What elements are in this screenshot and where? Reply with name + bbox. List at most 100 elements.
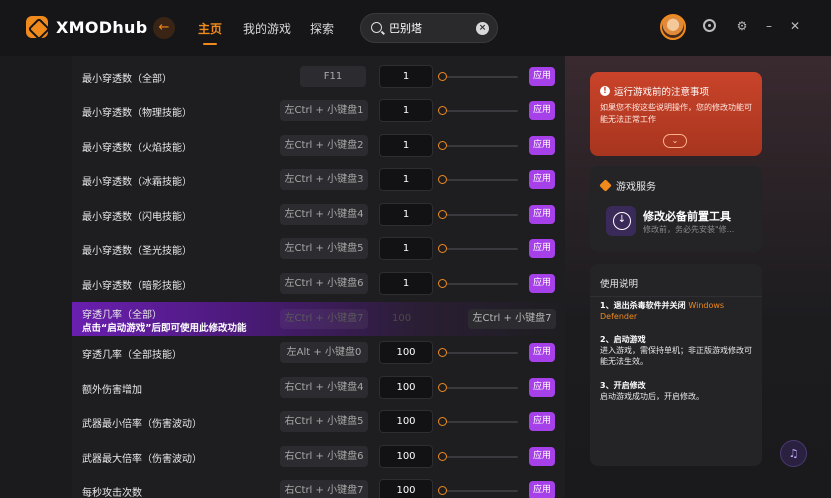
settings-gear-icon[interactable]: ⚙ bbox=[735, 19, 749, 33]
step-1-title: 1、退出杀毒软件并关闭 bbox=[600, 301, 686, 310]
cheat-label: 额外伤害增加 bbox=[82, 385, 142, 396]
user-avatar[interactable] bbox=[660, 14, 686, 40]
apply-button[interactable]: 应用 bbox=[529, 67, 555, 86]
step-3-title: 3、开启修改 bbox=[600, 381, 646, 390]
value-input[interactable]: 1 bbox=[379, 272, 433, 295]
notification-icon[interactable] bbox=[703, 19, 716, 32]
cheat-row: 最小穿透数（火焰技能） 左Ctrl + 小键盘2 1 应用 bbox=[72, 129, 565, 163]
value-input[interactable]: 1 bbox=[379, 65, 433, 88]
slider-knob[interactable] bbox=[438, 106, 447, 115]
value-slider[interactable] bbox=[438, 72, 518, 81]
slider-knob[interactable] bbox=[438, 244, 447, 253]
search-input[interactable] bbox=[389, 20, 469, 36]
slider-knob[interactable] bbox=[438, 279, 447, 288]
hotkey-button[interactable]: 左Ctrl + 小键盘4 bbox=[280, 204, 368, 225]
cheat-label: 最小穿透数（火焰技能） bbox=[82, 143, 192, 154]
minimize-icon[interactable]: – bbox=[762, 19, 776, 33]
value-input[interactable]: 100 bbox=[379, 445, 433, 468]
value-input[interactable]: 100 bbox=[379, 410, 433, 433]
hotkey-disabled: 左Ctrl + 小键盘7 bbox=[280, 309, 368, 329]
download-icon[interactable] bbox=[606, 206, 636, 236]
clear-search-icon[interactable]: × bbox=[476, 22, 489, 35]
service-header: 游戏服务 bbox=[599, 178, 656, 193]
value-input[interactable]: 1 bbox=[379, 134, 433, 157]
hotkey-button[interactable]: 左Ctrl + 小键盘6 bbox=[280, 273, 368, 294]
step-2: 2、启动游戏 进入游戏，需保持单机；非正版游戏修改可能无法生效。 bbox=[600, 334, 756, 367]
warning-card: ! 运行游戏前的注意事项 如果您不按这些说明操作，您的修改功能可能无法正常工作 … bbox=[590, 72, 762, 156]
apply-button[interactable]: 应用 bbox=[529, 205, 555, 224]
cheat-row: 最小穿透数（全部） F11 1 应用 bbox=[72, 60, 565, 94]
cheat-label: 武器最小倍率（伤害波动） bbox=[82, 419, 202, 430]
app-logo[interactable]: XMODhub bbox=[26, 16, 147, 38]
value-input[interactable]: 1 bbox=[379, 203, 433, 226]
value-input[interactable]: 1 bbox=[379, 237, 433, 260]
start-game-hint: 点击“启动游戏”后即可使用此修改功能 bbox=[82, 323, 247, 334]
cheat-label: 最小穿透数（物理技能） bbox=[82, 108, 192, 119]
step-3: 3、开启修改 启动游戏成功后，开启修改。 bbox=[600, 380, 756, 402]
value-slider[interactable] bbox=[438, 141, 518, 150]
value-input[interactable]: 1 bbox=[379, 99, 433, 122]
expand-chevron-icon[interactable]: ⌄ bbox=[663, 134, 687, 148]
apply-button[interactable]: 应用 bbox=[529, 101, 555, 120]
nav-my-games[interactable]: 我的游戏 bbox=[243, 20, 291, 37]
value-disabled: 100 bbox=[392, 313, 412, 324]
apply-button[interactable]: 应用 bbox=[529, 378, 555, 397]
hotkey-button[interactable]: 右Ctrl + 小键盘7 bbox=[280, 480, 368, 498]
hotkey-button[interactable]: 右Ctrl + 小键盘5 bbox=[280, 411, 368, 432]
cheat-row: 最小穿透数（圣光技能） 左Ctrl + 小键盘5 1 应用 bbox=[72, 232, 565, 266]
tool-name[interactable]: 修改必备前置工具 bbox=[643, 208, 731, 224]
slider-knob[interactable] bbox=[438, 141, 447, 150]
apply-button[interactable]: 应用 bbox=[529, 274, 555, 293]
value-slider[interactable] bbox=[438, 279, 518, 288]
slider-knob[interactable] bbox=[438, 417, 447, 426]
value-slider[interactable] bbox=[438, 106, 518, 115]
value-slider[interactable] bbox=[438, 452, 518, 461]
value-slider[interactable] bbox=[438, 383, 518, 392]
cheat-row: 每秒攻击次数 右Ctrl + 小键盘7 100 应用 bbox=[72, 474, 565, 498]
hotkey-button[interactable]: F11 bbox=[300, 66, 366, 87]
value-slider[interactable] bbox=[438, 348, 518, 357]
hotkey-button[interactable]: 左Ctrl + 小键盘7 bbox=[468, 309, 556, 329]
value-slider[interactable] bbox=[438, 175, 518, 184]
slider-knob[interactable] bbox=[438, 383, 447, 392]
value-slider[interactable] bbox=[438, 417, 518, 426]
hotkey-button[interactable]: 左Alt + 小键盘0 bbox=[280, 342, 368, 363]
instructions-title: 使用说明 bbox=[600, 279, 639, 290]
apply-button[interactable]: 应用 bbox=[529, 136, 555, 155]
value-input[interactable]: 1 bbox=[379, 168, 433, 191]
close-icon[interactable]: ✕ bbox=[788, 19, 802, 33]
apply-button[interactable]: 应用 bbox=[529, 239, 555, 258]
hotkey-button[interactable]: 左Ctrl + 小键盘1 bbox=[280, 100, 368, 121]
slider-knob[interactable] bbox=[438, 486, 447, 495]
value-slider[interactable] bbox=[438, 210, 518, 219]
game-service-card: 游戏服务 修改必备前置工具 修改前，务必先安装"修... bbox=[590, 166, 762, 252]
value-slider[interactable] bbox=[438, 486, 518, 495]
hotkey-button[interactable]: 右Ctrl + 小键盘4 bbox=[280, 377, 368, 398]
back-arrow-icon[interactable]: ← bbox=[153, 17, 175, 39]
value-slider[interactable] bbox=[438, 244, 518, 253]
apply-button[interactable]: 应用 bbox=[529, 343, 555, 362]
cheat-row: 最小穿透数（闪电技能） 左Ctrl + 小键盘4 1 应用 bbox=[72, 198, 565, 232]
apply-button[interactable]: 应用 bbox=[529, 170, 555, 189]
value-input[interactable]: 100 bbox=[379, 341, 433, 364]
apply-button[interactable]: 应用 bbox=[529, 412, 555, 431]
apply-button[interactable]: 应用 bbox=[529, 447, 555, 466]
step-2-title: 2、启动游戏 bbox=[600, 335, 646, 344]
nav-explore[interactable]: 探索 bbox=[310, 20, 334, 37]
headset-support-icon[interactable]: ♫ bbox=[780, 440, 807, 467]
apply-button[interactable]: 应用 bbox=[529, 481, 555, 498]
search-icon[interactable] bbox=[371, 22, 382, 33]
slider-knob[interactable] bbox=[438, 72, 447, 81]
slider-knob[interactable] bbox=[438, 348, 447, 357]
nav-home[interactable]: 主页 bbox=[198, 20, 222, 45]
value-input[interactable]: 100 bbox=[379, 376, 433, 399]
slider-knob[interactable] bbox=[438, 452, 447, 461]
slider-knob[interactable] bbox=[438, 175, 447, 184]
hotkey-button[interactable]: 右Ctrl + 小键盘6 bbox=[280, 446, 368, 467]
hotkey-button[interactable]: 左Ctrl + 小键盘3 bbox=[280, 169, 368, 190]
value-input[interactable]: 100 bbox=[379, 479, 433, 498]
hotkey-button[interactable]: 左Ctrl + 小键盘5 bbox=[280, 238, 368, 259]
slider-knob[interactable] bbox=[438, 210, 447, 219]
cheat-row: 武器最大倍率（伤害波动） 右Ctrl + 小键盘6 100 应用 bbox=[72, 440, 565, 474]
hotkey-button[interactable]: 左Ctrl + 小键盘2 bbox=[280, 135, 368, 156]
